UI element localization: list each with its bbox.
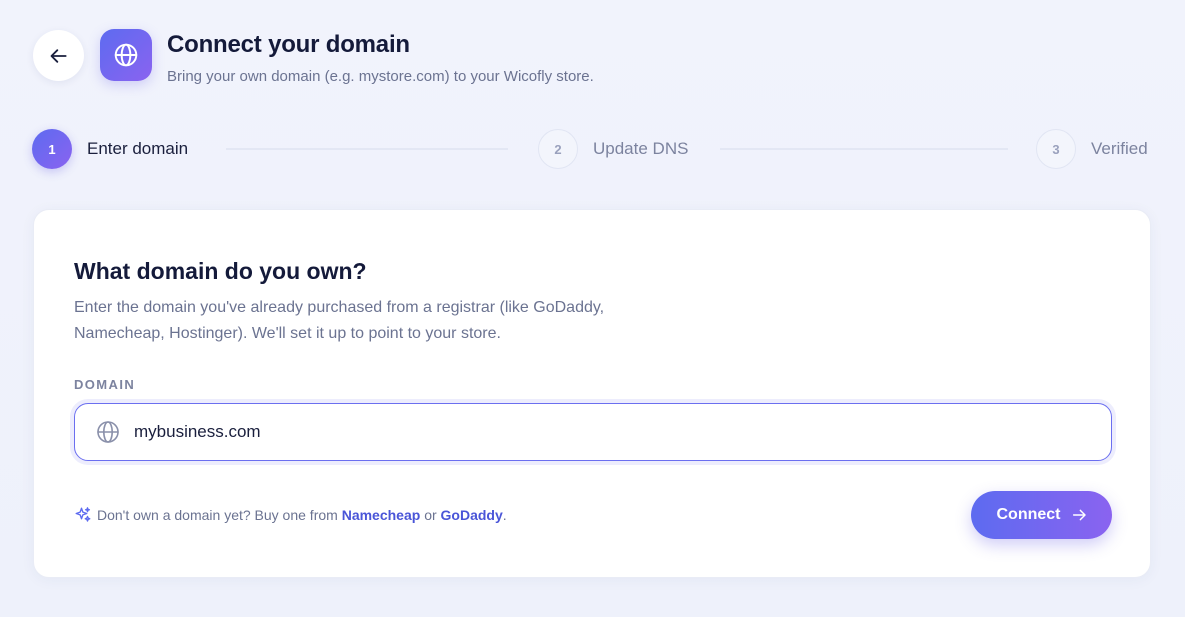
page: Connect your domain Bring your own domai…: [0, 0, 1185, 617]
page-title: Connect your domain: [167, 31, 410, 58]
domain-input[interactable]: [134, 422, 1034, 442]
back-button[interactable]: [33, 30, 84, 81]
sparkle-icon: [74, 506, 92, 524]
step-enter-domain: 1 Enter domain: [32, 129, 188, 169]
step-connector-2: [720, 148, 1008, 150]
page-subtitle: Bring your own domain (e.g. mystore.com)…: [167, 68, 594, 85]
domain-field[interactable]: [74, 403, 1112, 461]
step-connector-1: [226, 148, 508, 150]
hint-suffix: .: [502, 507, 507, 523]
step-verified: 3 Verified: [1036, 129, 1148, 169]
registrar-hint: Don't own a domain yet? Buy one from Nam…: [74, 506, 507, 524]
step-number: 3: [1036, 129, 1076, 169]
card-description: Enter the domain you've already purchase…: [74, 299, 605, 342]
arrow-right-icon: [1071, 507, 1087, 523]
godaddy-link[interactable]: GoDaddy: [441, 507, 503, 523]
step-label: Enter domain: [87, 139, 189, 158]
globe-icon: [113, 42, 139, 68]
domain-card: What domain do you own? Enter the domain…: [33, 209, 1151, 578]
domain-badge: [100, 29, 152, 81]
card-heading: What domain do you own?: [74, 258, 367, 284]
namecheap-link[interactable]: Namecheap: [342, 507, 421, 523]
globe-icon: [96, 420, 120, 444]
connect-label: Connect: [996, 506, 1061, 523]
domain-field-label: DOMAIN: [74, 377, 136, 392]
step-label: Update DNS: [593, 139, 689, 158]
hint-or: or: [424, 507, 437, 523]
step-number: 2: [538, 129, 578, 169]
step-update-dns: 2 Update DNS: [538, 129, 688, 169]
hint-text: Don't own a domain yet? Buy one from: [97, 507, 338, 523]
step-number: 1: [32, 129, 72, 169]
connect-button[interactable]: Connect: [971, 491, 1112, 539]
arrow-left-icon: [49, 46, 69, 66]
step-label: Verified: [1091, 139, 1148, 158]
